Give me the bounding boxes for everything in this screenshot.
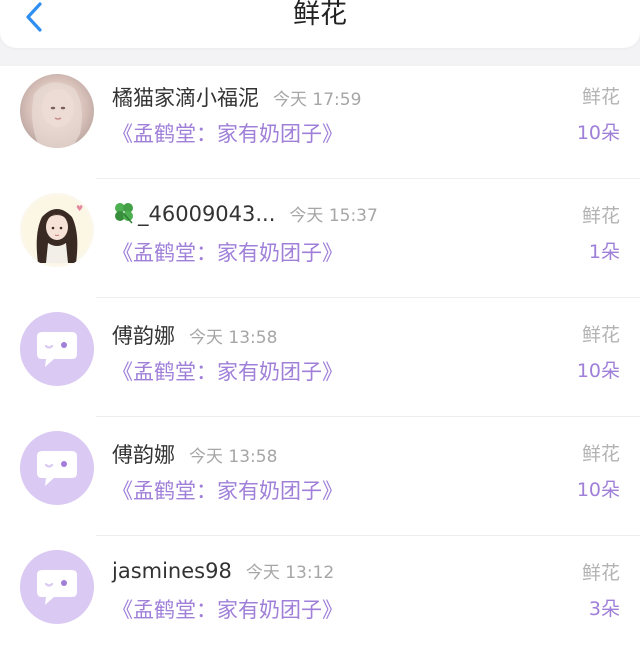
timestamp: 今天 13:12 — [245, 563, 335, 583]
gift-type-label: 鲜花 — [581, 443, 620, 465]
gift-count: 10朵 — [576, 122, 620, 144]
list-item[interactable]: 傅韵娜 今天 13:58 《孟鹤堂：家有奶团子》 鲜花 10朵 — [0, 298, 640, 417]
book-title-link[interactable]: 《孟鹤堂：家有奶团子》 — [112, 594, 343, 624]
gift-count: 1朵 — [588, 241, 620, 263]
avatar[interactable] — [20, 431, 94, 505]
timestamp: 今天 15:37 — [289, 206, 378, 226]
avatar[interactable] — [20, 74, 94, 148]
username-text: 傅韵娜 — [112, 324, 175, 348]
gift-type-label: 鲜花 — [581, 324, 620, 346]
gift-type-label: 鲜花 — [581, 205, 620, 227]
chat-bubble-icon — [37, 451, 77, 486]
list-item[interactable]: 傅韵娜 今天 13:58 《孟鹤堂：家有奶团子》 鲜花 10朵 — [0, 417, 640, 536]
timestamp: 今天 13:58 — [189, 447, 278, 467]
list-item[interactable]: jasmines98 今天 13:12 《孟鹤堂：家有奶团子》 鲜花 3朵 — [0, 536, 640, 649]
flower-gift-page: 鲜花 橘猫家滴小福泥 今天 17:59 《孟鹤堂：家有奶团子》 鲜花 10朵 ♥… — [0, 0, 640, 649]
gift-count: 3朵 — [588, 598, 620, 620]
avatar[interactable] — [20, 550, 94, 624]
avatar[interactable] — [20, 312, 94, 386]
book-title-link[interactable]: 《孟鹤堂：家有奶团子》 — [112, 356, 343, 386]
gift-count: 10朵 — [576, 479, 620, 501]
username-text: jasmines98 — [112, 559, 232, 583]
book-title-link[interactable]: 《孟鹤堂：家有奶团子》 — [112, 118, 343, 148]
username: jasmines98 今天 13:12 — [112, 558, 334, 583]
timestamp: 今天 17:59 — [273, 90, 362, 110]
svg-text:♥: ♥ — [76, 204, 83, 213]
page-title: 鲜花 — [293, 0, 347, 30]
illustrated-girl-avatar-icon: ♥ — [20, 193, 94, 267]
gift-type-label: 鲜花 — [581, 562, 620, 584]
gift-count: 10朵 — [576, 360, 620, 382]
chat-bubble-icon — [37, 570, 77, 605]
chat-bubble-icon — [37, 332, 77, 367]
username-text: _46009043... — [138, 202, 276, 226]
user-photo-avatar-icon — [20, 74, 94, 148]
header-bar: 鲜花 — [0, 0, 640, 48]
book-title-link[interactable]: 《孟鹤堂：家有奶团子》 — [112, 237, 343, 267]
timestamp: 今天 13:58 — [189, 328, 278, 348]
username: _46009043... 今天 15:37 — [112, 201, 378, 229]
clover-icon — [112, 202, 136, 229]
username: 傅韵娜 今天 13:58 — [112, 439, 277, 469]
username: 橘猫家滴小福泥 今天 17:59 — [112, 82, 361, 112]
avatar[interactable]: ♥ — [20, 193, 94, 267]
book-title-link[interactable]: 《孟鹤堂：家有奶团子》 — [112, 475, 343, 505]
list-item[interactable]: 橘猫家滴小福泥 今天 17:59 《孟鹤堂：家有奶团子》 鲜花 10朵 — [0, 60, 640, 179]
username-text: 橘猫家滴小福泥 — [112, 86, 259, 110]
username-text: 傅韵娜 — [112, 443, 175, 467]
username: 傅韵娜 今天 13:58 — [112, 320, 277, 350]
gift-list: 橘猫家滴小福泥 今天 17:59 《孟鹤堂：家有奶团子》 鲜花 10朵 ♥ _4… — [0, 60, 640, 649]
gift-type-label: 鲜花 — [581, 86, 620, 108]
list-item[interactable]: ♥ _46009043... 今天 15:37 《孟鹤堂：家有奶团子》 鲜花 1朵 — [0, 179, 640, 298]
